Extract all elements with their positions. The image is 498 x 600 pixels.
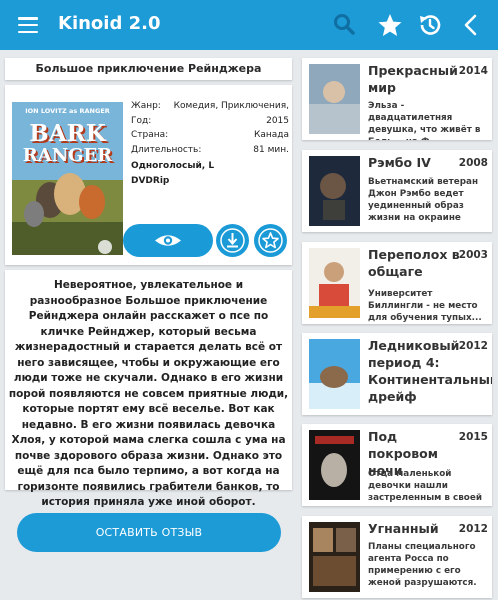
related-year: 2014 xyxy=(458,65,488,77)
movie-title: Большое приключение Рейнджера xyxy=(5,58,292,80)
related-desc: Планы специального агента Росса по приме… xyxy=(368,542,477,588)
related-thumb xyxy=(309,522,360,592)
app-title: Kinoid 2.0 xyxy=(58,13,161,34)
related-thumb xyxy=(309,339,360,409)
related-thumb xyxy=(309,430,360,500)
movie-info-card: ION LOVITZ as RANGER BARK RANGER Жанр: К… xyxy=(5,85,292,265)
favorite-button[interactable] xyxy=(254,224,287,257)
watch-button[interactable] xyxy=(123,224,213,257)
poster-tagline: ION LOVITZ as RANGER xyxy=(25,107,110,115)
detail-genre: Жанр: Комедия, Приключения, xyxy=(131,101,289,111)
star-icon[interactable] xyxy=(377,12,403,38)
back-icon[interactable] xyxy=(459,12,485,38)
search-icon[interactable] xyxy=(332,12,358,38)
movie-poster: ION LOVITZ as RANGER BARK RANGER xyxy=(12,102,123,255)
history-icon[interactable] xyxy=(417,12,443,38)
movie-details: Жанр: Комедия, Приключения, Год: 2015 Ст… xyxy=(131,101,289,188)
related-year: 2015 xyxy=(458,431,488,443)
related-year: 2003 xyxy=(458,249,488,261)
related-title: Угнанный xyxy=(368,521,439,536)
related-thumb xyxy=(309,156,360,226)
detail-duration: Длительность: 81 мин. xyxy=(131,144,289,155)
download-button[interactable] xyxy=(216,224,249,257)
related-desc: Университет Биллингли - не место для обу… xyxy=(368,289,482,323)
movie-description: Невероятное, увлекательное и разнообразн… xyxy=(5,270,292,508)
related-thumb xyxy=(309,248,360,318)
detail-translation: Одноголосый, L xyxy=(131,161,215,171)
related-item[interactable]: Рэмбо IV 2008 Вьетнамский ветеран Джон Р… xyxy=(302,150,492,232)
poster-title-1: BARK xyxy=(29,120,106,147)
related-item[interactable]: Переполох в общаге 2003 Университет Билл… xyxy=(302,242,492,324)
related-item[interactable]: Под покровом ночи 2015 Отца маленькой де… xyxy=(302,424,492,506)
app-bar: Kinoid 2.0 xyxy=(0,0,498,50)
related-item[interactable]: Прекрасный мир 2014 Эльза - двадцатилетн… xyxy=(302,58,492,140)
related-desc: Отца маленькой девочки нашли застреленны… xyxy=(368,469,482,503)
related-title: Переполох в общаге xyxy=(368,247,460,279)
poster-title-2: RANGER xyxy=(22,145,113,166)
related-item[interactable]: Угнанный 2012 Планы специального агента … xyxy=(302,516,492,598)
related-title: Ледниковый период 4: Континентальный дре… xyxy=(368,338,492,404)
detail-quality: DVDRip xyxy=(131,175,170,186)
leave-review-button[interactable]: ОСТАВИТЬ ОТЗЫВ xyxy=(17,513,281,552)
related-thumb xyxy=(309,64,360,134)
menu-icon[interactable] xyxy=(18,17,38,34)
related-year: 2012 xyxy=(458,523,488,535)
download-icon xyxy=(220,228,245,253)
related-desc: Эльза - двадцатилетняя девушка, что живё… xyxy=(368,101,481,140)
star-outline-icon xyxy=(258,228,283,253)
detail-country: Страна: Канада xyxy=(131,130,289,140)
related-year: 2008 xyxy=(458,157,488,169)
related-title: Рэмбо IV xyxy=(368,155,431,170)
eye-icon xyxy=(155,235,181,246)
detail-year: Год: 2015 xyxy=(131,115,289,126)
related-desc: Вьетнамский ветеран Джон Рэмбо ведет уед… xyxy=(368,177,479,223)
related-title: Прекрасный мир xyxy=(368,63,458,95)
related-year: 2012 xyxy=(458,340,488,352)
related-item[interactable]: Ледниковый период 4: Континентальный дре… xyxy=(302,333,492,415)
